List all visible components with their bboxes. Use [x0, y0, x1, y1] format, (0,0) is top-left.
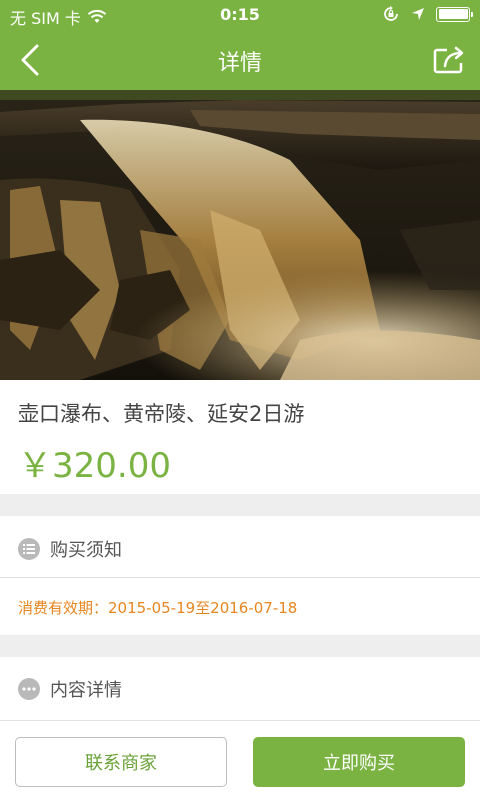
rotation-lock-icon: [384, 6, 398, 21]
buy-now-button[interactable]: 立即购买: [253, 737, 465, 787]
divider: [0, 577, 480, 578]
product-image: [0, 90, 480, 380]
status-bar: 无 SIM 卡 0:15: [0, 0, 480, 30]
bottom-action-bar: 联系商家 立即购买: [0, 720, 480, 800]
share-icon: [433, 46, 464, 74]
back-button[interactable]: [8, 38, 52, 82]
list-icon: [18, 538, 40, 560]
location-arrow-icon: [412, 8, 424, 20]
product-price: ￥320.00: [18, 446, 171, 486]
purchase-notice-section: 购买须知 消费有效期：2015-05-19至2016-07-18: [0, 516, 480, 635]
contact-merchant-button[interactable]: 联系商家: [15, 737, 227, 787]
battery-icon: [436, 6, 473, 22]
page-title: 详情: [217, 51, 262, 76]
validity-period: 消费有效期：2015-05-19至2016-07-18: [18, 599, 298, 617]
purchase-notice-header: 购买须知: [0, 519, 480, 579]
product-info: 壶口瀑布、黄帝陵、延安2日游 ￥320.00: [0, 380, 480, 494]
nav-bar: 详情: [0, 30, 480, 90]
content-details-label: 内容详情: [50, 680, 122, 701]
purchase-notice-label: 购买须知: [50, 540, 122, 561]
product-title: 壶口瀑布、黄帝陵、延安2日游: [18, 402, 305, 426]
more-icon: [18, 678, 40, 700]
share-button[interactable]: [428, 38, 472, 82]
status-bar-right: [382, 5, 473, 23]
waterfall-image: [0, 90, 480, 380]
content-details-section[interactable]: 内容详情: [0, 657, 480, 720]
content-details-header[interactable]: 内容详情: [0, 659, 480, 719]
chevron-left-icon: [21, 44, 39, 76]
